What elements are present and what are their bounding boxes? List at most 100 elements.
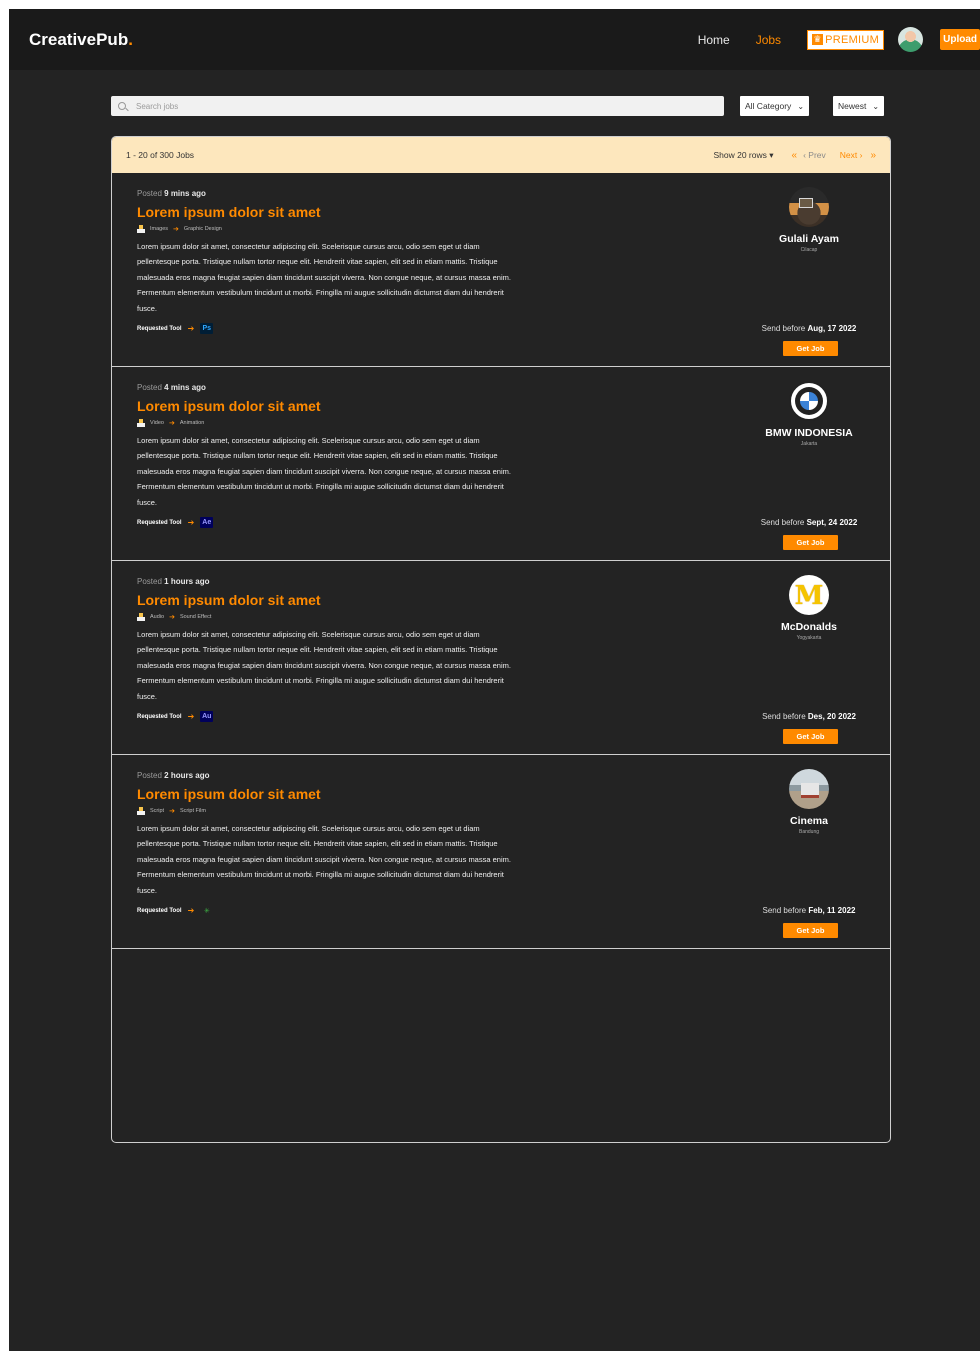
description-line: pellentesque porta. Tristique nullam tor… — [137, 257, 498, 267]
job-details: Posted 1 hours ago Lorem ipsum dolor sit… — [137, 577, 637, 723]
get-job-button[interactable]: Get Job — [783, 535, 838, 550]
company-info: M McDonalds Yogyakarta — [746, 575, 872, 641]
avatar[interactable] — [898, 27, 924, 52]
arrow-right-icon: ➔ — [169, 808, 175, 815]
arrow-right-icon: ➔ — [169, 614, 175, 621]
requested-tool: Requested Tool ➔ ✳ — [137, 905, 637, 916]
job-category: Script ➔ Script Film — [137, 807, 637, 815]
category-icon — [137, 807, 145, 815]
brand-dot: . — [128, 29, 133, 49]
company-info: BMW INDONESIA Jakarta — [746, 381, 872, 447]
job-category: Images ➔ Graphic Design — [137, 225, 637, 233]
description-line: Fermentum elementum vestibulum tincidunt… — [137, 870, 504, 880]
double-chevron-right-icon[interactable]: » — [870, 150, 876, 161]
arrow-right-icon: ➔ — [173, 226, 179, 233]
caret-down-icon: ▾ — [769, 149, 774, 160]
brand-logo[interactable]: CreativePub. — [29, 30, 133, 50]
company-name[interactable]: BMW INDONESIA — [746, 427, 872, 439]
category-icon — [137, 419, 145, 427]
company-city: Cilacap — [800, 247, 818, 253]
get-job-button[interactable]: Get Job — [783, 341, 838, 356]
deadline-value: Aug, 17 2022 — [807, 324, 857, 333]
sort-select[interactable]: Newest ⌄ — [833, 96, 885, 116]
deadline-value: Feb, 11 2022 — [808, 906, 856, 915]
subcategory-label: Animation — [179, 420, 205, 426]
pagination: Show 20 rows ▾ « ‹ Prev Next › » — [713, 150, 876, 161]
description-line: Lorem ipsum dolor sit amet, consectetur … — [137, 242, 480, 251]
job-card: Posted 1 hours ago Lorem ipsum dolor sit… — [112, 561, 890, 755]
company-name[interactable]: McDonalds — [746, 621, 872, 633]
search-placeholder: Search jobs — [136, 101, 179, 111]
job-description: Lorem ipsum dolor sit amet, consectetur … — [137, 239, 637, 316]
subcategory-label: Graphic Design — [183, 226, 222, 232]
deadline-prefix: Send before — [762, 906, 807, 915]
after-effects-icon: Ae — [200, 517, 214, 529]
job-deadline: Send before Des, 20 2022 — [746, 712, 872, 721]
get-job-button[interactable]: Get Job — [783, 923, 838, 938]
subcategory-label: Script Film — [179, 808, 206, 814]
posted-prefix: Posted — [137, 577, 162, 586]
job-description: Lorem ipsum dolor sit amet, consectetur … — [137, 627, 637, 704]
category-select[interactable]: All Category ⌄ — [740, 96, 810, 116]
deadline-prefix: Send before — [761, 324, 806, 333]
category-icon — [137, 225, 145, 233]
photoshop-icon: Ps — [200, 323, 214, 335]
get-job-button[interactable]: Get Job — [783, 729, 838, 744]
description-line: pellentesque porta. Tristique nullam tor… — [137, 451, 498, 461]
job-title[interactable]: Lorem ipsum dolor sit amet — [137, 786, 637, 802]
company-info: Cinema Bandung — [746, 769, 872, 835]
requested-tool-label: Requested Tool — [137, 713, 182, 720]
company-name[interactable]: Cinema — [746, 815, 872, 827]
requested-tool-label: Requested Tool — [137, 519, 182, 526]
category-label: Script — [150, 808, 165, 814]
description-line: fusce. — [137, 691, 158, 701]
job-description: Lorem ipsum dolor sit amet, consectetur … — [137, 821, 637, 898]
rows-label: Show 20 rows — [713, 149, 767, 160]
next-button[interactable]: Next › — [840, 150, 863, 160]
job-deadline: Send before Aug, 17 2022 — [746, 324, 872, 333]
script-tool-icon: ✳ — [203, 907, 210, 915]
prev-button[interactable]: ‹ Prev — [803, 150, 826, 160]
category-label: Audio — [150, 614, 165, 620]
category-value: All Category — [745, 101, 792, 111]
company-logo: M — [789, 575, 829, 615]
nav-link-jobs[interactable]: Jobs — [756, 33, 781, 47]
description-line: fusce. — [137, 885, 158, 895]
job-title[interactable]: Lorem ipsum dolor sit amet — [137, 204, 637, 220]
description-line: Fermentum elementum vestibulum tincidunt… — [137, 482, 504, 492]
arrow-right-icon: ➔ — [187, 712, 195, 722]
nav-actions: Home Jobs ♛ PREMIUM Upload — [698, 9, 980, 70]
arrow-right-icon: ➔ — [187, 324, 195, 334]
top-nav: CreativePub. Home Jobs ♛ PREMIUM Upload — [9, 9, 980, 70]
deadline-prefix: Send before — [762, 712, 806, 721]
posted-time: Posted 9 mins ago — [137, 189, 637, 198]
job-category: Video ➔ Animation — [137, 419, 637, 427]
company-name[interactable]: Gulali Ayam — [746, 233, 872, 245]
posted-time: Posted 2 hours ago — [137, 771, 637, 780]
premium-button[interactable]: ♛ PREMIUM — [807, 29, 885, 50]
description-line: pellentesque porta. Tristique nullam tor… — [137, 645, 498, 655]
job-count: 1 - 20 of 300 Jobs — [126, 150, 195, 160]
job-title[interactable]: Lorem ipsum dolor sit amet — [137, 398, 637, 414]
posted-prefix: Posted — [137, 383, 162, 392]
description-line: Fermentum elementum vestibulum tincidunt… — [137, 676, 504, 686]
requested-tool-label: Requested Tool — [137, 325, 182, 332]
posted-value: 2 hours ago — [164, 771, 210, 780]
search-input[interactable]: Search jobs — [111, 96, 724, 116]
posted-time: Posted 1 hours ago — [137, 577, 637, 586]
job-title[interactable]: Lorem ipsum dolor sit amet — [137, 592, 637, 608]
premium-label: PREMIUM — [825, 33, 880, 46]
description-line: Fermentum elementum vestibulum tincidunt… — [137, 288, 504, 298]
subcategory-label: Sound Effect — [179, 614, 212, 620]
upload-button[interactable]: Upload — [940, 29, 980, 50]
company-info: Gulali Ayam Cilacap — [746, 187, 872, 253]
chevron-down-icon: ⌄ — [797, 101, 805, 111]
rows-select[interactable]: Show 20 rows ▾ — [713, 150, 773, 161]
description-line: fusce. — [137, 497, 158, 507]
posted-value: 9 mins ago — [164, 189, 206, 198]
category-label: Video — [150, 420, 164, 426]
company-city: Jakarta — [800, 441, 818, 447]
description-line: pellentesque porta. Tristique nullam tor… — [137, 839, 498, 849]
nav-link-home[interactable]: Home — [698, 33, 730, 47]
double-chevron-left-icon[interactable]: « — [792, 150, 798, 161]
